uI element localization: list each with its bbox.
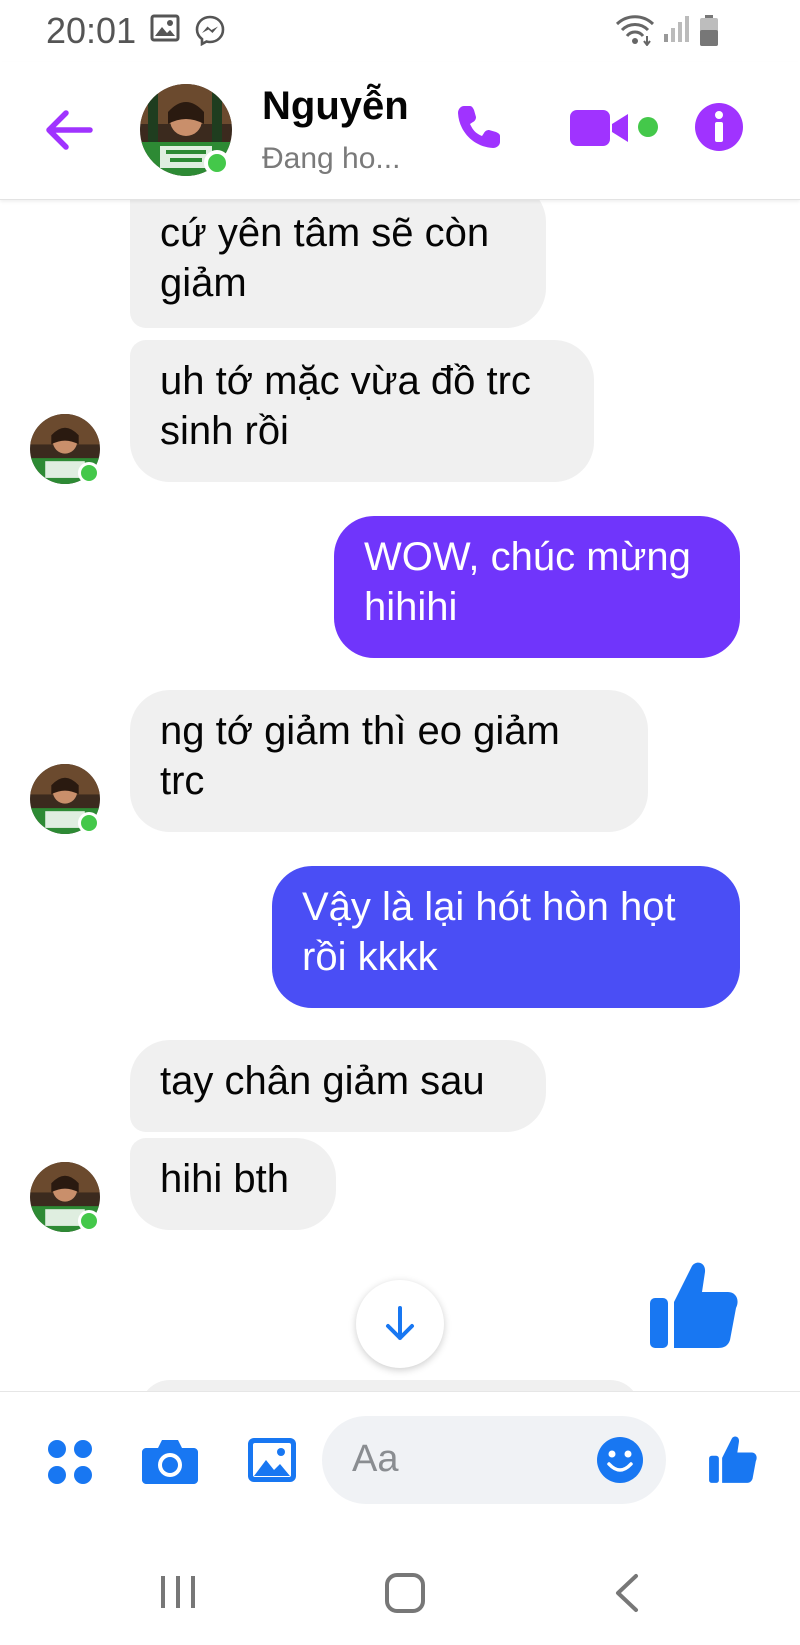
message-bubble-incoming[interactable]: hihi bth [130, 1138, 336, 1230]
online-status-dot [204, 150, 230, 176]
message-text-line: rồi kkkk [302, 935, 438, 979]
system-nav-bar [0, 1526, 800, 1645]
video-active-dot [638, 117, 658, 137]
wifi-icon [615, 15, 655, 46]
back-arrow-icon[interactable] [44, 108, 94, 152]
message-text-line: hihihi [364, 585, 458, 629]
home-icon[interactable] [384, 1572, 426, 1614]
emoji-icon[interactable] [596, 1436, 644, 1484]
recents-icon[interactable] [158, 1574, 198, 1610]
info-icon[interactable] [694, 102, 744, 152]
contact-status: Đang ho... [262, 142, 401, 175]
thumbs-up-icon[interactable] [648, 1258, 740, 1350]
battery-icon [700, 15, 718, 46]
message-text-line: uh tớ mặc vừa đồ trc [160, 359, 531, 403]
message-bubble-incoming[interactable]: tay chân giảm sau [130, 1040, 546, 1132]
status-bar: 20:01 [0, 0, 800, 60]
message-list[interactable]: cứ yên tâm sẽ còn giảm uh tớ mặc vừa đồ … [0, 196, 800, 1391]
gallery-icon [150, 14, 180, 42]
message-text-line: tay chân giảm sau [160, 1059, 485, 1103]
online-status-dot [78, 1210, 100, 1232]
message-text-line: trc [160, 759, 205, 803]
message-text-line: ng tớ giảm thì eo giảm [160, 709, 560, 753]
message-text-line: WOW, chúc mừng [364, 535, 691, 579]
message-input-placeholder: Aa [352, 1438, 399, 1480]
conversation-header: Nguyễn Đang ho... [0, 62, 800, 200]
video-camera-icon[interactable] [570, 108, 632, 148]
scroll-to-bottom-button[interactable] [356, 1280, 444, 1368]
message-bubble-incoming[interactable]: cứ yên tâm sẽ còn giảm [130, 196, 546, 328]
like-icon[interactable] [708, 1432, 758, 1486]
messenger-icon [195, 15, 225, 46]
message-text-line: cứ yên tâm sẽ còn [160, 211, 490, 255]
camera-icon[interactable] [142, 1436, 198, 1484]
online-status-dot [78, 812, 100, 834]
phone-icon[interactable] [454, 102, 504, 152]
message-bubble-outgoing[interactable]: WOW, chúc mừng hihihi [334, 516, 740, 658]
status-time: 20:01 [46, 10, 137, 51]
message-input[interactable]: Aa [322, 1416, 666, 1504]
back-icon[interactable] [612, 1572, 642, 1614]
message-text-line: sinh rồi [160, 409, 289, 453]
message-text-line: hihi bth [160, 1157, 289, 1201]
message-bubble-outgoing[interactable]: Vậy là lại hót hòn họt rồi kkkk [272, 866, 740, 1008]
message-text-line: giảm [160, 261, 247, 305]
online-status-dot [78, 462, 100, 484]
message-bubble-incoming[interactable]: uh tớ mặc vừa đồ trc sinh rồi [130, 340, 594, 482]
message-bubble-partial[interactable] [140, 1380, 640, 1391]
image-icon[interactable] [246, 1436, 298, 1484]
signal-icon [664, 16, 689, 42]
message-bubble-incoming[interactable]: ng tớ giảm thì eo giảm trc [130, 690, 648, 832]
contact-name[interactable]: Nguyễn [262, 84, 409, 129]
message-composer: Aa [0, 1391, 800, 1526]
arrow-down-icon [386, 1306, 414, 1340]
message-text-line: Vậy là lại hót hòn họt [302, 885, 676, 929]
apps-icon[interactable] [46, 1438, 94, 1486]
